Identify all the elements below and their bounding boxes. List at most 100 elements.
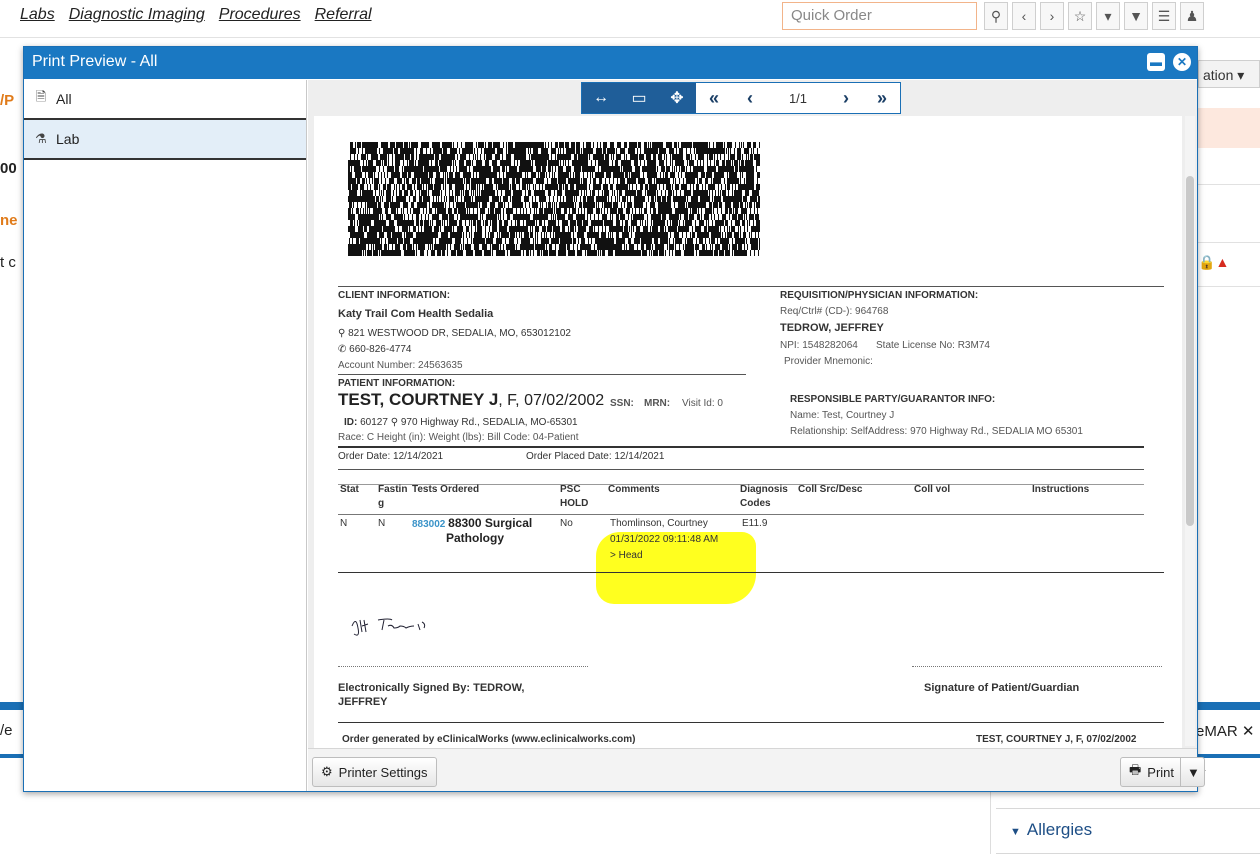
lock-icon: 🔒 [1198,254,1216,270]
patient-id-label: ID: [344,417,358,428]
lock-warning-icons: 🔒▲ [1198,254,1229,271]
pan-icon[interactable]: ✥ [658,83,696,113]
procedures-link[interactable]: Procedures [219,6,301,24]
col-coll-src: Coll Src/Desc [798,484,863,495]
print-preview-dialog: Print Preview - All ▬ ✕ 🗎 All ⚗ Lab ↔ ▭ … [23,46,1205,792]
race-line: Race: C Height (in): Weight (lbs): Bill … [338,432,579,443]
nav-item-label: All [56,91,72,107]
printer-settings-label: Printer Settings [338,764,428,780]
row-test: 883002 88300 Surgical [412,516,532,530]
emar-tab[interactable]: eMAR ✕ [1196,722,1254,740]
alert-band [1198,108,1260,148]
print-label: Print [1147,764,1175,780]
patient-id-row: ID: 60127 ⚲ 970 Highway Rd., SEDALIA, MO… [344,417,578,428]
nav-item-all[interactable]: 🗎 All [24,80,306,120]
print-dropdown-icon[interactable]: ▼ [1180,758,1203,786]
client-phone: 660-826-4774 [349,344,412,355]
divider [338,446,1144,448]
forward-icon[interactable]: › [1040,2,1064,30]
divider [1198,242,1260,243]
document-page: CLIENT INFORMATION: Katy Trail Com Healt… [314,116,1182,748]
left-fragment-3: ne [0,212,18,229]
printer-settings-button[interactable]: ⚙ Printer Settings [312,757,437,787]
back-icon[interactable]: ‹ [1012,2,1036,30]
referral-link[interactable]: Referral [315,6,372,24]
test-code-link[interactable]: 883002 [412,519,445,530]
test-name-1: 88300 Surgical [448,516,533,530]
scrollbar-thumb[interactable] [1186,176,1194,526]
minimize-icon[interactable]: ▬ [1147,53,1165,71]
page-indicator[interactable]: 1/1 [768,83,828,113]
gear-icon: ⚙ [321,764,333,779]
left-fragment-5: /e [0,722,13,739]
visit-id: Visit Id: 0 [682,398,723,409]
previous-page-icon[interactable]: ‹ [732,83,768,113]
divider [338,514,1144,515]
row-fasting: N [378,518,386,529]
row-stat: N [340,518,348,529]
col-diagnosis: Diagnosis [740,484,788,495]
responsible-name: Name: Test, Courtney J [790,410,895,421]
divider [338,374,746,375]
client-address-row: ⚲ 821 WESTWOOD DR, SEDALIA, MO, 65301210… [338,328,571,339]
print-button[interactable]: 🖶 Print ▼ [1120,757,1205,787]
allergies-header[interactable]: ▼ Allergies [996,808,1260,854]
footer-generated-by: Order generated by eClinicalWorks (www.e… [342,734,636,745]
star-icon[interactable]: ☆ [1068,2,1092,30]
physician-name: TEDROW, JEFFREY [780,322,884,334]
quick-order-input[interactable]: Quick Order [782,2,977,30]
state-license: State License No: R3M74 [876,340,990,351]
fit-width-icon[interactable]: ↔ [582,83,620,113]
dropdown-icon[interactable]: ▾ [1096,2,1120,30]
row-psc-hold: No [560,518,573,529]
next-page-icon[interactable]: › [828,83,864,113]
allergies-label: Allergies [1026,820,1093,839]
signed-by-2: JEFFREY [338,696,388,708]
search-icon[interactable]: ⚲ [984,2,1008,30]
col-fasting-2: g [378,498,385,509]
warning-icon: ▲ [1215,254,1230,270]
fit-page-icon[interactable]: ▭ [620,83,658,113]
nav-item-lab[interactable]: ⚗ Lab [24,120,306,160]
col-instructions: Instructions [1032,484,1090,495]
client-name: Katy Trail Com Health Sedalia [338,308,494,320]
divider [1198,184,1260,185]
col-diagnosis-2: Codes [740,498,771,509]
order-placed-date: Order Placed Date: 12/14/2021 [526,451,665,462]
dialog-footer: ⚙ Printer Settings 🖶 Print ▼ [308,748,1205,791]
divider [338,286,1164,287]
divider [1198,286,1260,287]
last-page-icon[interactable]: » [864,83,900,113]
checklist-icon[interactable]: ☰ [1152,2,1176,30]
patient-id: 60127 [360,417,388,428]
location-tab[interactable]: ation ▾ [1198,60,1260,88]
user-icon[interactable]: ♟ [1180,2,1204,30]
document-icon: 🗎 [35,89,47,104]
dialog-title-bar[interactable]: Print Preview - All ▬ ✕ [24,47,1197,79]
pdf417-barcode [348,142,760,256]
printer-icon: 🖶 [1129,762,1142,777]
col-stat: Stat [340,484,359,495]
col-comments: Comments [608,484,660,495]
ssn-label: SSN: [610,398,634,409]
account-number: Account Number: 24563635 [338,360,463,371]
divider [338,469,1144,470]
left-fragment-4: t c [0,254,16,271]
first-page-icon[interactable]: « [696,83,732,113]
signature-line [912,666,1162,667]
close-icon[interactable]: ✕ [1173,53,1191,71]
dialog-title: Print Preview - All [32,53,158,70]
patient-header: PATIENT INFORMATION: [338,378,456,389]
patient-address: 970 Highway Rd., SEDALIA, MO-65301 [400,417,578,428]
client-phone-row: ✆ 660-826-4774 [338,344,411,355]
diagnostic-imaging-link[interactable]: Diagnostic Imaging [69,6,205,24]
dialog-controls: ▬ ✕ [1147,53,1191,71]
client-address: 821 WESTWOOD DR, SEDALIA, MO, 653012102 [348,328,571,339]
col-psc-2: HOLD [560,498,589,509]
row-comment-1: Thomlinson, Courtney [610,518,708,529]
mrn-label: MRN: [644,398,671,409]
preview-scrollbar[interactable] [1185,116,1195,746]
filter-icon[interactable]: ▼ [1124,2,1148,30]
order-date: Order Date: 12/14/2021 [338,451,444,462]
labs-link[interactable]: Labs [20,6,55,24]
